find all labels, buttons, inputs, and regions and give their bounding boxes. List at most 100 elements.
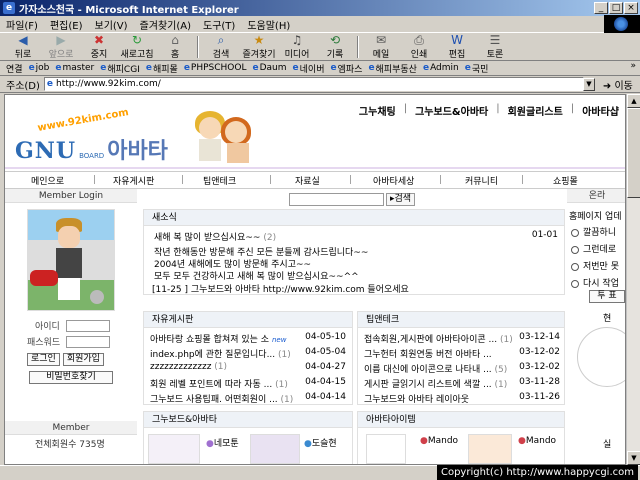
- radio-button[interactable]: [571, 245, 579, 254]
- scroll-up-button[interactable]: ▲: [627, 94, 640, 108]
- site-search-button[interactable]: ▸검색: [386, 193, 416, 206]
- forward-button[interactable]: ▶ 앞으로: [42, 33, 80, 60]
- discuss-button[interactable]: ☰ 토론: [476, 33, 514, 60]
- link-master[interactable]: master: [55, 63, 95, 73]
- tip-board-row[interactable]: 게시판 글읽기시 리스트에 색깔 ... (1): [364, 377, 507, 390]
- menu-edit[interactable]: 편집(E): [50, 17, 83, 32]
- nav-community[interactable]: 커뮤니티: [465, 174, 498, 187]
- link-daum[interactable]: Daum: [253, 63, 287, 73]
- radio-button[interactable]: [571, 279, 579, 288]
- bottom-item[interactable]: ●Mando: [420, 436, 458, 446]
- go-button[interactable]: ➜ 이동: [603, 77, 633, 92]
- topnav-chat[interactable]: 그누채팅: [359, 103, 396, 118]
- bottom-item[interactable]: ●도슬현: [304, 436, 337, 449]
- scroll-thumb[interactable]: [627, 108, 640, 198]
- back-button[interactable]: ◀ 뒤로: [4, 33, 42, 60]
- nav-avatar-world[interactable]: 아바타세상: [373, 174, 414, 187]
- thumbnail-image[interactable]: [250, 434, 300, 464]
- free-board-date: 04-04-27: [305, 362, 346, 372]
- topnav-gnu-avatar[interactable]: 그누보드&아바타: [415, 103, 488, 118]
- news-notice[interactable]: [11-25 ] 그누보드와 아바타 http://www.92kim.com …: [152, 282, 409, 295]
- free-board-row[interactable]: 회원 레벨 포인트에 따라 자동 ... (1): [150, 377, 288, 390]
- item-image[interactable]: [366, 434, 406, 464]
- password-input[interactable]: [66, 335, 111, 348]
- tip-board-row[interactable]: 접속회원,게시판에 아바타아이콘 ... (1): [364, 332, 513, 345]
- print-button[interactable]: ⎙ 인쇄: [400, 33, 438, 60]
- tip-board-row[interactable]: 그누보드와 아바타 레이아웃: [364, 392, 469, 405]
- menu-help[interactable]: 도움말(H): [247, 17, 290, 32]
- poll-option[interactable]: 다시 작업: [571, 276, 619, 289]
- radio-button[interactable]: [571, 262, 579, 271]
- scroll-down-button[interactable]: ▼: [627, 451, 640, 465]
- radio-button[interactable]: [571, 228, 579, 237]
- bottom-item[interactable]: ●Mando: [518, 436, 556, 446]
- new-badge: new: [271, 336, 287, 344]
- vertical-scrollbar[interactable]: ▲ ▼: [626, 94, 640, 465]
- nav-free-board[interactable]: 자유게시판: [113, 174, 154, 187]
- nav-home[interactable]: 메인으로: [31, 174, 64, 187]
- edit-button[interactable]: W 편집: [438, 33, 476, 60]
- thumbnail-image[interactable]: [148, 434, 200, 464]
- logo-gnu: GNU: [15, 138, 77, 164]
- history-button[interactable]: ⟲ 기록: [316, 33, 354, 60]
- link-phpschool[interactable]: PHPSCHOOL: [184, 63, 247, 73]
- home-button[interactable]: ⌂ 홈: [156, 32, 194, 60]
- link-happymall[interactable]: 해피몰: [146, 62, 178, 75]
- address-input[interactable]: e http://www.92kim.com/: [43, 77, 584, 91]
- poll-option[interactable]: 깔끔하니: [571, 225, 616, 238]
- link-happyestate[interactable]: 해피부동산: [368, 62, 417, 75]
- topnav-avatar-shop[interactable]: 아바타샵: [582, 103, 619, 118]
- bottom-item[interactable]: ●네모툰: [206, 436, 239, 449]
- topnav-member-posts[interactable]: 회원글리스트: [508, 103, 563, 118]
- site-logo[interactable]: GNU BOARD 아바타: [15, 133, 168, 165]
- nav-archive[interactable]: 자료실: [295, 174, 320, 187]
- favorites-button[interactable]: ★ 즐겨찾기: [240, 33, 278, 60]
- link-naver[interactable]: 네이버: [293, 62, 325, 75]
- menu-tools[interactable]: 도구(T): [203, 17, 235, 32]
- minimize-button[interactable]: _: [594, 2, 608, 14]
- password-row: 패스워드: [27, 335, 111, 348]
- poll-option[interactable]: 그런데로: [571, 242, 616, 255]
- free-board-row[interactable]: 그누보드 사용팁패. 어떤회원이 ... (1): [150, 392, 293, 405]
- menu-favorites[interactable]: 즐겨찾기(A): [140, 17, 191, 32]
- link-happycgi[interactable]: 해피CGI: [100, 62, 139, 75]
- link-admin[interactable]: Admin: [423, 63, 459, 73]
- home-icon: ⌂: [171, 32, 179, 47]
- vote-button[interactable]: 투 표: [589, 290, 625, 303]
- site-search-input[interactable]: [289, 193, 384, 206]
- free-board-date: 04-04-14: [305, 392, 346, 402]
- mail-button[interactable]: ✉ 메일: [362, 33, 400, 60]
- refresh-button[interactable]: ↻ 새로고침: [118, 33, 156, 60]
- window-controls: _ □ ×: [594, 2, 638, 14]
- nav-tip-tech[interactable]: 팁앤테크: [203, 174, 236, 187]
- join-button[interactable]: 회원가입: [62, 353, 104, 366]
- item-image[interactable]: [468, 434, 512, 464]
- tip-board-row[interactable]: 이름 대신에 아이콘으로 나타내 ... (5): [364, 362, 507, 375]
- link-empas[interactable]: 엠파스: [330, 62, 363, 75]
- links-more-button[interactable]: »: [630, 61, 636, 71]
- window-title-bar: e 가자소스천국 - Microsoft Internet Explorer _…: [0, 0, 640, 16]
- news-first-item[interactable]: 새해 복 많이 받으십시요~~ (2): [154, 230, 276, 243]
- address-dropdown-button[interactable]: ▼: [582, 77, 595, 91]
- close-button[interactable]: ×: [624, 2, 638, 14]
- free-board-row[interactable]: zzzzzzzzzzzzz (1): [150, 362, 227, 372]
- link-job[interactable]: job: [29, 63, 50, 73]
- nav-shopping[interactable]: 쇼핑몰: [553, 174, 578, 187]
- search-button[interactable]: ⌕ 검색: [202, 33, 240, 60]
- poll-option[interactable]: 저번만 못: [571, 259, 619, 272]
- tip-board-row[interactable]: 그누헌터 회원연동 버전 아바타 ...: [364, 347, 492, 360]
- media-button[interactable]: ♫ 미디어: [278, 33, 316, 60]
- clock-widget: [577, 327, 625, 387]
- menu-view[interactable]: 보기(V): [95, 17, 128, 32]
- tip-board-date: 03-11-28: [519, 377, 560, 387]
- free-board-row[interactable]: index.php에 관한 질문입니다... (1): [150, 347, 291, 360]
- id-input[interactable]: [65, 319, 110, 332]
- find-password-button[interactable]: 비밀번호찾기: [29, 371, 113, 384]
- link-kookmin[interactable]: 국민: [465, 62, 489, 75]
- stop-button[interactable]: ✖ 중지: [80, 33, 118, 60]
- login-button[interactable]: 로그인: [27, 353, 60, 366]
- menu-file[interactable]: 파일(F): [6, 17, 38, 32]
- free-board-row[interactable]: 아바타랑 쇼핑몰 합쳐져 있는 소 new: [150, 332, 286, 345]
- maximize-button[interactable]: □: [609, 2, 623, 14]
- logo-avatar: 아바타: [107, 139, 168, 164]
